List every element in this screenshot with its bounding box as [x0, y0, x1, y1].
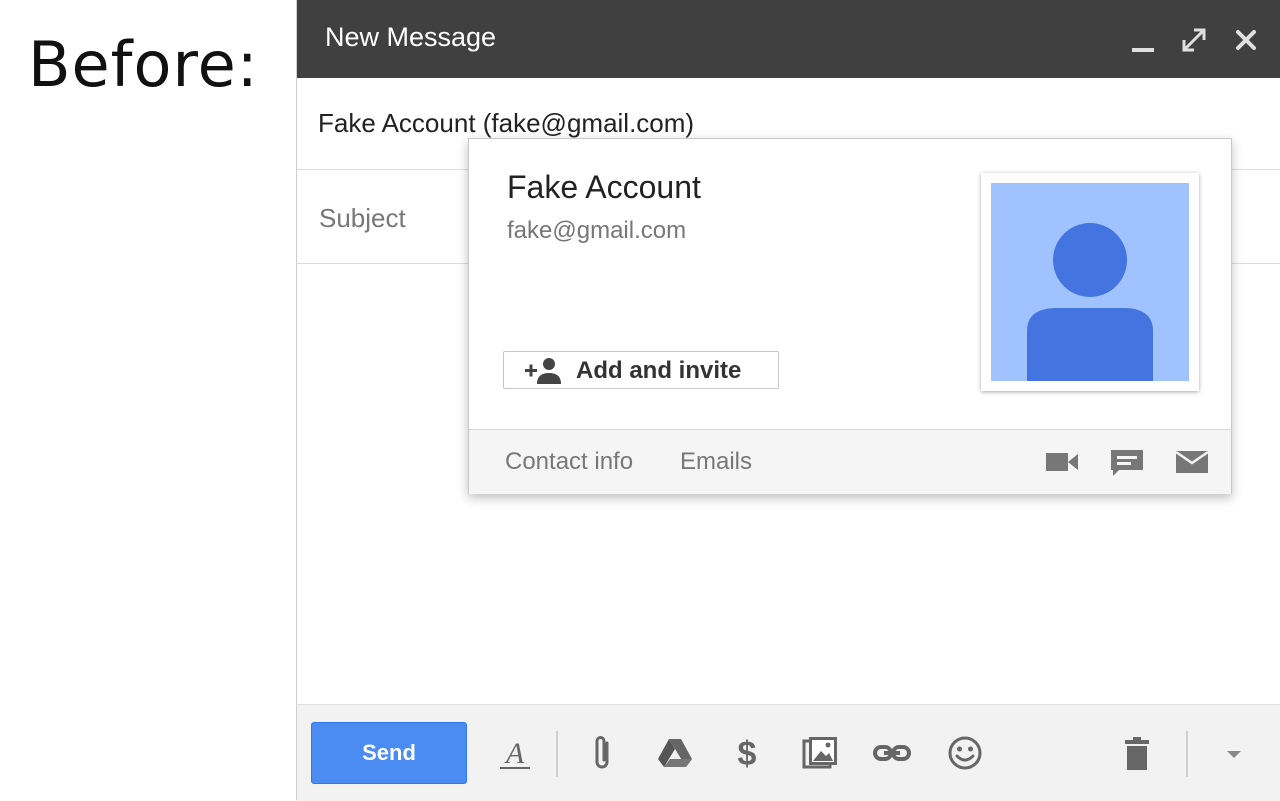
toolbar-divider	[556, 731, 558, 777]
trash-icon[interactable]	[1117, 733, 1157, 773]
close-icon[interactable]	[1228, 22, 1264, 58]
contact-hovercard: Fake Account fake@gmail.com Add and invi…	[468, 138, 1232, 494]
fullscreen-icon[interactable]	[1176, 22, 1212, 58]
video-call-icon[interactable]	[1044, 444, 1080, 480]
svg-text:A: A	[504, 737, 525, 770]
photo-icon[interactable]	[800, 733, 840, 773]
compose-window: New Message Fake Account (fake@gmail.com…	[296, 0, 1280, 801]
add-contact-icon	[524, 355, 562, 385]
svg-text:$: $	[738, 735, 757, 773]
before-caption: Before:	[28, 28, 259, 101]
hovercard-footer: Contact info Emails	[469, 429, 1231, 494]
chat-icon[interactable]	[1109, 444, 1145, 480]
compose-title: New Message	[325, 22, 497, 52]
formatting-icon[interactable]: A	[495, 733, 535, 773]
emoji-icon[interactable]	[945, 733, 985, 773]
add-and-invite-label: Add and invite	[576, 357, 742, 384]
compose-toolbar: Send A $	[297, 704, 1280, 801]
contact-email: fake@gmail.com	[507, 217, 687, 244]
minimize-icon[interactable]	[1125, 22, 1161, 58]
contact-name: Fake Account	[507, 169, 701, 205]
money-icon[interactable]: $	[727, 733, 767, 773]
toolbar-divider	[1186, 731, 1188, 777]
send-button[interactable]: Send	[311, 722, 467, 784]
emails-link[interactable]: Emails	[680, 448, 752, 476]
avatar	[991, 183, 1189, 381]
compose-titlebar: New Message	[297, 0, 1280, 78]
add-and-invite-button[interactable]: Add and invite	[503, 351, 779, 389]
email-icon[interactable]	[1174, 444, 1210, 480]
link-icon[interactable]	[872, 733, 912, 773]
contact-photo	[981, 173, 1199, 391]
drive-icon[interactable]	[655, 733, 695, 773]
recipient-chip[interactable]: Fake Account (fake@gmail.com)	[318, 108, 694, 139]
contact-info-link[interactable]: Contact info	[505, 448, 633, 476]
more-options-icon[interactable]	[1214, 733, 1254, 773]
attach-icon[interactable]	[583, 733, 623, 773]
